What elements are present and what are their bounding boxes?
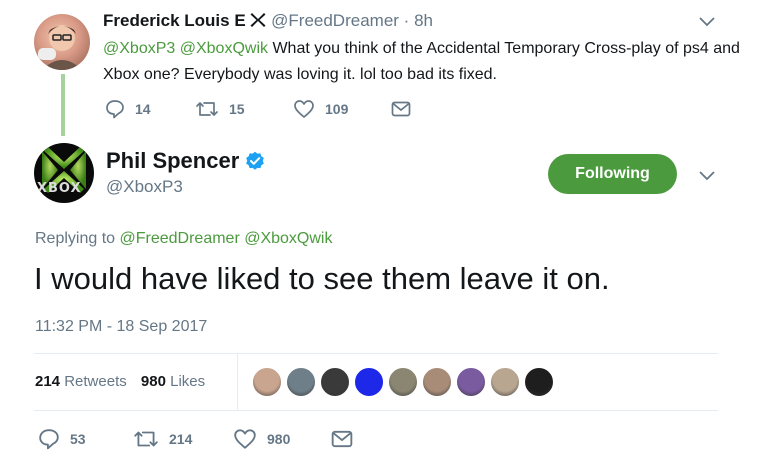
liker-avatar[interactable] <box>388 367 418 397</box>
stats-divider-top <box>34 353 718 354</box>
main-like-count: 980 <box>267 431 291 447</box>
reply-author-handle[interactable]: @FreedDreamer <box>271 11 399 30</box>
main-dm-button[interactable] <box>331 428 353 450</box>
thread-connector-line <box>61 74 65 136</box>
reply-reply-count: 14 <box>135 101 151 117</box>
heart-icon <box>294 100 314 118</box>
replying-to-line: Replying to @FreedDreamer @XboxQwik <box>35 230 332 248</box>
reply-more-button[interactable] <box>698 14 716 33</box>
engagement-stats: 214 Retweets 980 Likes <box>35 373 205 390</box>
reply-icon <box>39 429 59 450</box>
liker-avatar[interactable] <box>456 367 486 397</box>
stats-vertical-divider <box>237 354 238 410</box>
main-more-button[interactable] <box>698 168 716 187</box>
chevron-down-icon <box>699 171 715 181</box>
retweet-icon <box>196 102 218 116</box>
main-tweet-timestamp[interactable]: 11:32 PM - 18 Sep 2017 <box>35 318 207 336</box>
main-author-handle[interactable]: @XboxP3 <box>106 177 183 197</box>
main-actions: 53 214 980 <box>38 428 353 450</box>
liker-avatar[interactable] <box>524 367 554 397</box>
main-retweet-count: 214 <box>169 431 193 447</box>
main-like-button[interactable]: 980 <box>233 428 331 450</box>
liker-avatar[interactable] <box>422 367 452 397</box>
likes-label: Likes <box>170 373 206 390</box>
liker-avatar[interactable] <box>490 367 520 397</box>
stats-divider-bottom <box>34 410 718 411</box>
chevron-down-icon <box>699 17 715 27</box>
main-retweet-button[interactable]: 214 <box>133 428 233 450</box>
reply-actions: 14 15 109 <box>105 99 411 119</box>
heart-icon <box>234 429 256 449</box>
reply-author-avatar[interactable] <box>34 14 90 70</box>
envelope-icon <box>391 101 411 117</box>
envelope-icon <box>331 430 353 448</box>
retweets-label: Retweets <box>64 373 127 390</box>
verified-badge-icon <box>245 151 265 171</box>
x-mark-icon <box>250 12 266 33</box>
main-reply-button[interactable]: 53 <box>38 428 133 450</box>
liker-avatar[interactable] <box>286 367 316 397</box>
liker-avatar[interactable] <box>320 367 350 397</box>
reply-tweet-text: @XboxP3 @XboxQwik What you think of the … <box>103 36 743 88</box>
liker-avatar[interactable] <box>252 367 282 397</box>
main-tweet-text: I would have liked to see them leave it … <box>34 261 610 296</box>
main-author-name[interactable]: Phil Spencer <box>106 148 239 174</box>
reply-retweet-button[interactable]: 15 <box>195 99 293 119</box>
header-separator: · <box>403 11 410 30</box>
reply-like-button[interactable]: 109 <box>293 99 391 119</box>
reply-like-count: 109 <box>325 101 349 117</box>
person-avatar-icon <box>38 25 82 70</box>
retweets-stat[interactable]: 214 Retweets <box>35 373 127 390</box>
reply-reply-button[interactable]: 14 <box>105 99 195 119</box>
main-author-name-row: Phil Spencer <box>106 148 265 174</box>
reply-author-name[interactable]: Frederick Louis E <box>103 11 246 30</box>
replying-to-prefix: Replying to <box>35 230 120 247</box>
main-reply-count: 53 <box>70 431 86 447</box>
reply-mentions[interactable]: @XboxP3 @XboxQwik <box>103 40 268 57</box>
reply-retweet-count: 15 <box>229 101 245 117</box>
reply-header: Frederick Louis E @FreedDreamer · 8h <box>103 11 433 33</box>
liker-avatars <box>252 367 554 397</box>
replying-to-handles[interactable]: @FreedDreamer @XboxQwik <box>120 230 333 247</box>
retweets-value: 214 <box>35 373 61 390</box>
liker-avatar[interactable] <box>354 367 384 397</box>
reply-time[interactable]: 8h <box>414 11 433 30</box>
likes-stat[interactable]: 980 Likes <box>141 373 205 390</box>
following-button[interactable]: Following <box>548 154 677 194</box>
reply-dm-button[interactable] <box>391 99 411 119</box>
reply-icon <box>106 100 124 119</box>
main-author-avatar[interactable]: XBOX <box>34 143 94 203</box>
retweet-icon <box>134 431 158 447</box>
likes-value: 980 <box>140 373 166 390</box>
avatar-logo-text: XBOX <box>37 181 82 196</box>
